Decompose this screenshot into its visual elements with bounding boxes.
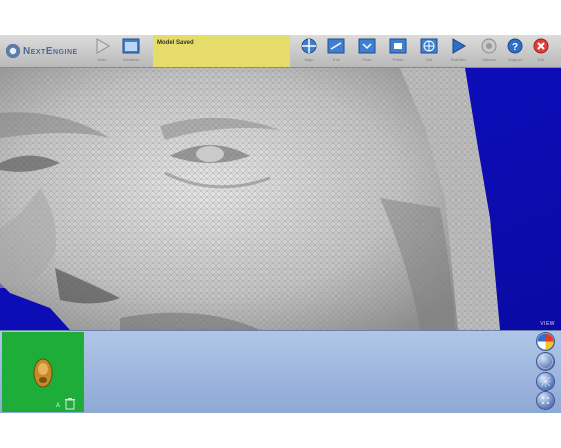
globe-icon: [420, 37, 438, 55]
window-icon: [122, 37, 140, 55]
output-button[interactable]: Out: [417, 37, 441, 65]
polish-label: Polish: [392, 57, 404, 62]
support-label: Support: [507, 57, 522, 62]
shading-icon: [538, 354, 553, 369]
fuse-label: Fuse: [362, 57, 372, 62]
model-thumbnail[interactable]: A: [2, 332, 84, 412]
trash-icon[interactable]: [65, 398, 75, 410]
texture-view-button[interactable]: [537, 333, 554, 350]
logo-gear-icon: [6, 44, 20, 58]
windows-label: Windows: [122, 57, 140, 62]
support-button[interactable]: ? Support: [503, 37, 527, 65]
play-icon: [93, 37, 111, 55]
scan-label: Scan: [97, 57, 107, 62]
output-label: Out: [425, 57, 433, 62]
align-button[interactable]: Align: [297, 37, 321, 65]
model-panel: A: [0, 330, 561, 413]
polish-button[interactable]: Polish: [386, 37, 410, 65]
play-icon: [449, 37, 467, 55]
polish-icon: [389, 37, 407, 55]
trim-button[interactable]: Trim: [324, 37, 348, 65]
wireframe-view-button[interactable]: [537, 373, 554, 390]
exit-label: Exit: [537, 57, 545, 62]
exit-button[interactable]: Exit: [529, 37, 553, 65]
status-message: Model Saved: [153, 35, 290, 67]
close-icon: [532, 37, 550, 55]
shading-view-button[interactable]: [537, 353, 554, 370]
view-label: VIEW: [540, 321, 555, 327]
gear-icon: [480, 37, 498, 55]
help-icon: ?: [506, 37, 524, 55]
texture-icon: [537, 333, 554, 350]
options-label: Options: [482, 57, 496, 62]
thumbnail-label: A: [56, 403, 61, 409]
align-icon: [300, 37, 318, 55]
status-text: Model Saved: [157, 40, 194, 46]
fuse-button[interactable]: Fuse: [355, 37, 379, 65]
points-view-button[interactable]: [537, 392, 554, 409]
scan-button[interactable]: Scan: [90, 37, 114, 65]
points-icon: [542, 397, 549, 404]
trim-icon: [327, 37, 345, 55]
model-viewport[interactable]: VIEW: [0, 68, 561, 330]
scanstudio-button[interactable]: ScanStd: [446, 37, 470, 65]
nextengine-logo: NextEngine: [6, 41, 78, 61]
scanned-face-mesh: [0, 68, 561, 330]
svg-text:?: ?: [512, 42, 518, 53]
wireframe-icon: [540, 376, 551, 387]
options-button[interactable]: Options: [477, 37, 501, 65]
model-preview-icon: [33, 358, 53, 388]
fuse-icon: [358, 37, 376, 55]
main-toolbar: NextEngine Scan Windows Model Saved Alig…: [0, 35, 561, 68]
trim-label: Trim: [332, 57, 340, 62]
align-label: Align: [304, 57, 314, 62]
logo-text: NextEngine: [23, 45, 78, 57]
scanstudio-label: ScanStd: [450, 57, 466, 62]
windows-button[interactable]: Windows: [119, 37, 143, 65]
